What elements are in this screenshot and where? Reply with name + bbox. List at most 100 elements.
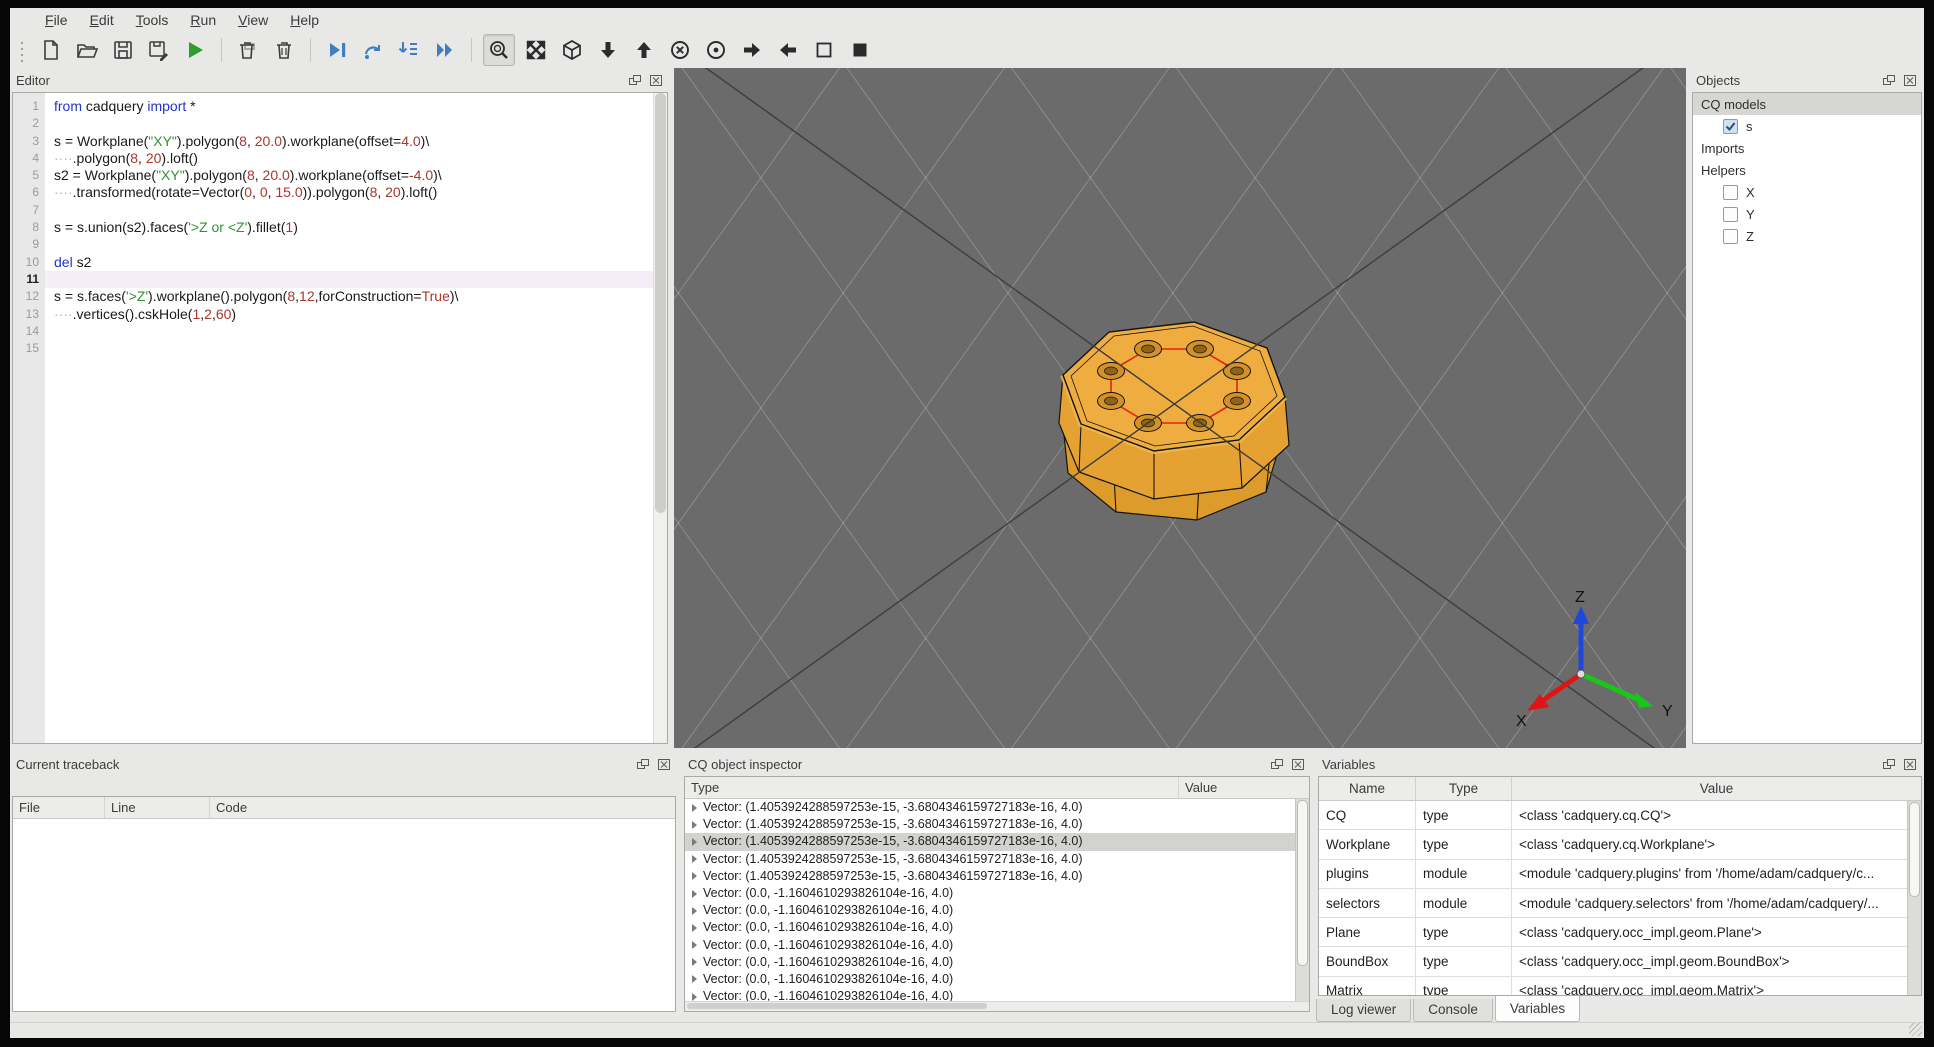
right-view-button[interactable] <box>773 35 803 65</box>
float-panel-button[interactable] <box>635 757 652 772</box>
column-header-code[interactable]: Code <box>210 797 675 818</box>
expander-icon[interactable] <box>692 872 697 881</box>
render-button[interactable] <box>180 35 210 65</box>
inspector-row[interactable]: Vector: (1.4053924288597253e-15, -3.6804… <box>685 816 1309 833</box>
menu-run[interactable]: Run <box>179 10 227 30</box>
menu-tools[interactable]: Tools <box>125 10 180 30</box>
inspector-scrollbar-thumb[interactable] <box>1297 800 1308 966</box>
resize-grip[interactable] <box>1909 1023 1922 1036</box>
3d-viewport[interactable]: Z X Y <box>674 68 1686 748</box>
column-header-type[interactable]: Type <box>1416 777 1512 800</box>
menu-view[interactable]: View <box>227 10 279 30</box>
variable-row-selectors[interactable]: selectors module <module 'cadquery.selecto… <box>1319 888 1921 919</box>
inspector-row[interactable]: Vector: (1.4053924288597253e-15, -3.6804… <box>685 868 1309 885</box>
checked-checkbox[interactable] <box>1723 118 1738 134</box>
editor-scrollbar[interactable] <box>653 93 667 743</box>
expander-icon[interactable] <box>692 992 697 1001</box>
menu-help[interactable]: Help <box>279 10 330 30</box>
objects-item-s[interactable]: s <box>1693 115 1921 137</box>
inspector-row[interactable]: Vector: (0.0, -1.1604610293826104e-16, 4… <box>685 902 1309 919</box>
variable-row-plane[interactable]: Plane type <class 'cadquery.occ_impl.geom.… <box>1319 918 1921 948</box>
save-button[interactable] <box>108 35 138 65</box>
close-panel-button[interactable] <box>647 73 664 88</box>
column-header-type[interactable]: Type <box>685 777 1179 798</box>
objects-item-x[interactable]: X <box>1693 181 1921 203</box>
toolbar-drag-handle-icon[interactable] <box>18 38 26 62</box>
new-file-button[interactable] <box>36 35 66 65</box>
column-header-value[interactable]: Value <box>1179 777 1309 798</box>
open-button[interactable] <box>72 35 102 65</box>
tab-console[interactable]: Console <box>1413 999 1493 1022</box>
inspector-hscrollbar[interactable] <box>685 1001 1309 1011</box>
float-panel-button[interactable] <box>1881 73 1898 88</box>
editor-scrollbar-thumb[interactable] <box>655 93 666 513</box>
column-header-value[interactable]: Value <box>1512 777 1921 800</box>
float-panel-button[interactable] <box>627 73 644 88</box>
tab-log-viewer[interactable]: Log viewer <box>1316 999 1412 1022</box>
inspector-row[interactable]: Vector: (1.4053924288597253e-15, -3.6804… <box>685 851 1309 868</box>
menu-edit[interactable]: Edit <box>79 10 125 30</box>
variable-row-matrix[interactable]: Matrix type <class 'cadquery.occ_impl.geom… <box>1319 976 1921 995</box>
column-header-line[interactable]: Line <box>105 797 210 818</box>
inspector-row[interactable]: Vector: (0.0, -1.1604610293826104e-16, 4… <box>685 885 1309 902</box>
expander-icon[interactable] <box>692 958 697 967</box>
inspector-row[interactable]: Vector: (1.4053924288597253e-15, -3.6804… <box>685 833 1309 851</box>
code-area[interactable]: from cadquery import * s = Workplane("XY"… <box>45 93 653 743</box>
bottom-view-button[interactable] <box>629 35 659 65</box>
inspector-row[interactable]: Vector: (0.0, -1.1604610293826104e-16, 4… <box>685 971 1309 988</box>
top-view-button[interactable] <box>593 35 623 65</box>
close-panel-button[interactable] <box>1289 757 1306 772</box>
unchecked-checkbox[interactable] <box>1723 228 1738 244</box>
close-panel-button[interactable] <box>655 757 672 772</box>
inspector-row[interactable]: Vector: (0.0, -1.1604610293826104e-16, 4… <box>685 919 1309 936</box>
objects-item-y[interactable]: Y <box>1693 203 1921 225</box>
expander-icon[interactable] <box>692 923 697 932</box>
expander-icon[interactable] <box>692 941 697 950</box>
unchecked-checkbox[interactable] <box>1723 184 1738 200</box>
fit-view-button[interactable] <box>483 34 515 66</box>
fit-all-button[interactable] <box>521 35 551 65</box>
save-as-button[interactable] <box>144 35 174 65</box>
column-header-file[interactable]: File <box>13 797 105 818</box>
inspector-row[interactable]: Vector: (0.0, -1.1604610293826104e-16, 4… <box>685 937 1309 954</box>
objects-item-imports[interactable]: Imports <box>1693 137 1921 159</box>
step-button[interactable] <box>358 35 388 65</box>
inspector-hscrollbar-thumb[interactable] <box>687 1003 987 1009</box>
debug-button[interactable] <box>322 35 352 65</box>
expander-icon[interactable] <box>692 889 697 898</box>
objects-item-z[interactable]: Z <box>1693 225 1921 247</box>
iso-view-button[interactable] <box>557 35 587 65</box>
delete-all-button[interactable] <box>269 35 299 65</box>
back-view-button[interactable] <box>701 35 731 65</box>
expander-icon[interactable] <box>692 803 697 812</box>
objects-item-cq-models[interactable]: CQ models <box>1693 93 1921 115</box>
variable-row-cq[interactable]: CQ type <class 'cadquery.cq.CQ'> <box>1319 801 1921 831</box>
wireframe-button[interactable] <box>809 35 839 65</box>
close-panel-button[interactable] <box>1901 757 1918 772</box>
expander-icon[interactable] <box>692 906 697 915</box>
column-header-name[interactable]: Name <box>1319 777 1416 800</box>
front-view-button[interactable] <box>665 35 695 65</box>
variable-row-plugins[interactable]: plugins module <module 'cadquery.plugins' … <box>1319 859 1921 889</box>
expander-icon[interactable] <box>692 837 697 846</box>
inspector-row[interactable]: Vector: (0.0, -1.1604610293826104e-16, 4… <box>685 954 1309 971</box>
continue-button[interactable] <box>430 35 460 65</box>
inspector-row[interactable]: Vector: (0.0, -1.1604610293826104e-16, 4… <box>685 988 1309 1001</box>
float-panel-button[interactable] <box>1269 757 1286 772</box>
variable-row-workplane[interactable]: Workplane type <class 'cadquery.cq.Workpla… <box>1319 830 1921 860</box>
shaded-button[interactable] <box>845 35 875 65</box>
unchecked-checkbox[interactable] <box>1723 206 1738 222</box>
left-view-button[interactable] <box>737 35 767 65</box>
variable-row-boundbox[interactable]: BoundBox type <class 'cadquery.occ_impl.ge… <box>1319 947 1921 977</box>
delete-button[interactable] <box>233 35 263 65</box>
menu-file[interactable]: File <box>34 10 79 30</box>
close-panel-button[interactable] <box>1901 73 1918 88</box>
inspector-row[interactable]: Vector: (1.4053924288597253e-15, -3.6804… <box>685 799 1309 816</box>
expander-icon[interactable] <box>692 820 697 829</box>
expander-icon[interactable] <box>692 855 697 864</box>
variables-scrollbar-thumb[interactable] <box>1909 802 1920 897</box>
step-into-button[interactable] <box>394 35 424 65</box>
variables-scrollbar[interactable] <box>1907 801 1921 995</box>
expander-icon[interactable] <box>692 975 697 984</box>
inspector-scrollbar[interactable] <box>1295 799 1309 1001</box>
